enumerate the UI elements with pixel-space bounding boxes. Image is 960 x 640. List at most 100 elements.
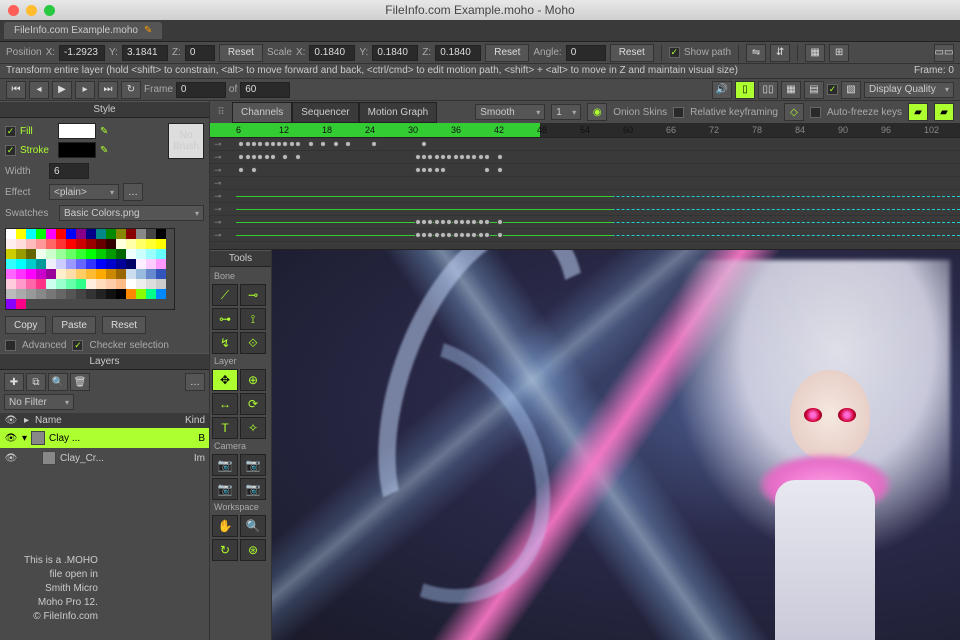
color-swatch[interactable]	[156, 239, 166, 249]
bone-tool-2[interactable]: ⊸	[240, 284, 266, 306]
color-swatch[interactable]	[116, 259, 126, 269]
color-swatch[interactable]	[116, 249, 126, 259]
layer-tool-6[interactable]: ✧	[240, 417, 266, 439]
color-swatch[interactable]	[26, 259, 36, 269]
rotate-view-tool[interactable]: ↻	[212, 539, 238, 561]
visibility-icon[interactable]: 👁	[4, 453, 18, 464]
tab-channels[interactable]: Channels	[232, 102, 292, 123]
duplicate-layer-icon[interactable]: ⧉	[26, 373, 46, 391]
color-swatch[interactable]	[106, 269, 116, 279]
keyframe[interactable]	[295, 154, 301, 160]
eyedropper-icon[interactable]: ✎	[100, 145, 108, 156]
keyframe[interactable]	[270, 141, 276, 147]
keyframe[interactable]	[308, 141, 314, 147]
keyframe[interactable]	[497, 219, 503, 225]
color-swatch[interactable]	[96, 279, 106, 289]
keyframe[interactable]	[484, 167, 490, 173]
color-swatches[interactable]	[5, 228, 175, 310]
keyframe[interactable]	[484, 219, 490, 225]
minimize-window[interactable]	[26, 5, 37, 16]
color-swatch[interactable]	[106, 249, 116, 259]
keyframe[interactable]	[421, 232, 427, 238]
keyframe[interactable]	[251, 167, 257, 173]
keyframe[interactable]	[440, 154, 446, 160]
pan-tool[interactable]: ✋	[212, 515, 238, 537]
color-swatch[interactable]	[66, 269, 76, 279]
color-swatch[interactable]	[36, 259, 46, 269]
camera-tool-4[interactable]: 📷	[240, 478, 266, 500]
reset-style-button[interactable]: Reset	[102, 316, 146, 334]
reset-angle-button[interactable]: Reset	[610, 44, 654, 62]
keyframe[interactable]	[251, 141, 257, 147]
zoom-tool[interactable]: 🔍	[240, 515, 266, 537]
copy-style-button[interactable]: Copy	[5, 316, 46, 334]
center-icon[interactable]: ⊞	[829, 44, 849, 62]
color-swatch[interactable]	[76, 249, 86, 259]
align-icon[interactable]: ▦	[805, 44, 825, 62]
timeline-track[interactable]: ⊸	[210, 216, 960, 229]
color-swatch[interactable]	[96, 229, 106, 239]
keyframe[interactable]	[282, 154, 288, 160]
goto-end-icon[interactable]: ⏭	[98, 81, 118, 99]
view-3-icon[interactable]: ▦	[781, 81, 801, 99]
tab-motiongraph[interactable]: Motion Graph	[359, 102, 438, 123]
fill-color-swatch[interactable]	[58, 123, 96, 139]
color-swatch[interactable]	[76, 289, 86, 299]
keyframe[interactable]	[478, 154, 484, 160]
color-swatch[interactable]	[96, 259, 106, 269]
keyframe[interactable]	[421, 154, 427, 160]
keyframe[interactable]	[471, 219, 477, 225]
color-swatch[interactable]	[96, 249, 106, 259]
color-swatch[interactable]	[16, 299, 26, 309]
keyframe[interactable]	[238, 167, 244, 173]
color-swatch[interactable]	[126, 289, 136, 299]
bone-tool-5[interactable]: ↯	[212, 332, 238, 354]
autofreeze-checkbox[interactable]	[810, 107, 821, 118]
color-swatch[interactable]	[116, 269, 126, 279]
color-swatch[interactable]	[136, 239, 146, 249]
color-swatch[interactable]	[136, 249, 146, 259]
color-swatch[interactable]	[46, 249, 56, 259]
expand-icon[interactable]: ▾	[22, 433, 27, 444]
paste-style-button[interactable]: Paste	[52, 316, 96, 334]
display-quality-select[interactable]: Display Quality	[864, 82, 954, 98]
keyframe[interactable]	[415, 154, 421, 160]
color-swatch[interactable]	[76, 239, 86, 249]
color-swatch[interactable]	[66, 249, 76, 259]
color-swatch[interactable]	[146, 259, 156, 269]
position-x-input[interactable]	[59, 45, 105, 61]
color-swatch[interactable]	[146, 249, 156, 259]
keyframe[interactable]	[440, 167, 446, 173]
bone-tool-6[interactable]: ⟐	[240, 332, 266, 354]
step-select[interactable]: 1	[551, 104, 581, 120]
keyframe[interactable]	[245, 141, 251, 147]
help-icon[interactable]: ▭▭	[934, 44, 954, 62]
stroke-width-input[interactable]	[49, 163, 89, 179]
color-swatch[interactable]	[116, 229, 126, 239]
color-swatch[interactable]	[146, 269, 156, 279]
orbit-tool[interactable]: ⊛	[240, 539, 266, 561]
visibility-icon[interactable]: 👁	[4, 433, 18, 444]
keyframe[interactable]	[440, 219, 446, 225]
layer-tool-2[interactable]: ⊕	[240, 369, 266, 391]
layer-row[interactable]: 👁 ▾ Clay ... B	[0, 428, 209, 448]
color-swatch[interactable]	[136, 269, 146, 279]
step-back-icon[interactable]: ◂	[29, 81, 49, 99]
timeline-opt1-icon[interactable]: ▰	[908, 103, 928, 121]
keyframe[interactable]	[484, 232, 490, 238]
color-swatch[interactable]	[16, 229, 26, 239]
keyframe[interactable]	[289, 141, 295, 147]
timeline-track[interactable]: ⊸	[210, 203, 960, 216]
flip-h-icon[interactable]: ⇋	[746, 44, 766, 62]
transform-layer-tool[interactable]: ✥	[212, 369, 238, 391]
color-swatch[interactable]	[66, 259, 76, 269]
scale-y-input[interactable]	[372, 45, 418, 61]
effect-options-icon[interactable]: …	[123, 183, 143, 201]
camera-tool-1[interactable]: 📷	[212, 454, 238, 476]
color-swatch[interactable]	[76, 259, 86, 269]
color-swatch[interactable]	[136, 229, 146, 239]
reset-scale-button[interactable]: Reset	[485, 44, 529, 62]
position-y-input[interactable]	[122, 45, 168, 61]
tab-sequencer[interactable]: Sequencer	[292, 102, 358, 123]
color-swatch[interactable]	[126, 249, 136, 259]
